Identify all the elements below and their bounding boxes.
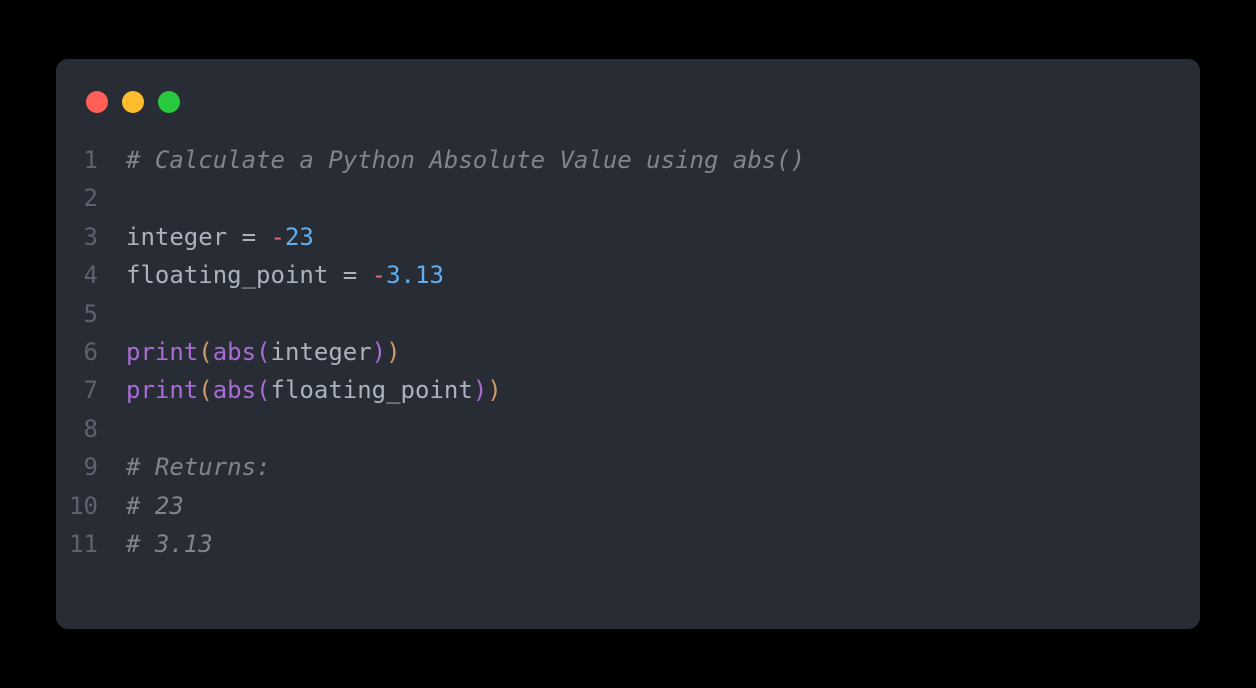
code-line[interactable]: 10# 23 [56,487,1200,525]
code-token: floating_point [126,261,343,289]
code-token: print [126,338,198,366]
code-token: ) [473,376,487,404]
code-token: # Returns: [126,453,271,481]
code-line[interactable]: 3integer = -23 [56,218,1200,256]
code-line[interactable]: 4floating_point = -3.13 [56,256,1200,294]
maximize-icon[interactable] [158,91,180,113]
line-number: 4 [56,256,126,294]
code-token: = [242,223,256,251]
code-token: ( [256,338,270,366]
line-number: 3 [56,218,126,256]
line-content[interactable] [126,410,140,448]
code-token: = [343,261,357,289]
line-content[interactable]: # 3.13 [126,525,213,563]
code-token: abs [213,376,256,404]
code-token: 3.13 [386,261,444,289]
minimize-icon[interactable] [122,91,144,113]
line-number: 10 [56,487,126,525]
line-number: 5 [56,295,126,333]
code-area[interactable]: 1# Calculate a Python Absolute Value usi… [56,141,1200,563]
line-content[interactable]: integer = -23 [126,218,314,256]
code-token: ) [372,338,386,366]
code-token: # Calculate a Python Absolute Value usin… [126,146,805,174]
code-token: ) [487,376,501,404]
line-number: 2 [56,179,126,217]
line-content[interactable]: # Returns: [126,448,271,486]
line-number: 8 [56,410,126,448]
line-content[interactable]: floating_point = -3.13 [126,256,444,294]
code-token [357,261,371,289]
line-content[interactable] [126,179,140,217]
code-line[interactable]: 5 [56,295,1200,333]
code-token: ( [256,376,270,404]
close-icon[interactable] [86,91,108,113]
line-content[interactable]: # Calculate a Python Absolute Value usin… [126,141,805,179]
window-controls [56,83,1200,141]
line-number: 11 [56,525,126,563]
code-token: 23 [285,223,314,251]
line-number: 9 [56,448,126,486]
code-line[interactable]: 2 [56,179,1200,217]
code-token: integer [126,223,242,251]
code-token: - [372,261,386,289]
line-content[interactable]: # 23 [126,487,184,525]
line-number: 1 [56,141,126,179]
line-content[interactable] [126,295,140,333]
code-line[interactable]: 6print(abs(integer)) [56,333,1200,371]
code-token: floating_point [271,376,473,404]
code-token: ) [386,338,400,366]
line-content[interactable]: print(abs(integer)) [126,333,401,371]
code-editor-window: 1# Calculate a Python Absolute Value usi… [56,59,1200,629]
line-number: 7 [56,371,126,409]
code-line[interactable]: 9# Returns: [56,448,1200,486]
line-number: 6 [56,333,126,371]
code-token: ( [198,376,212,404]
code-token: # 3.13 [126,530,213,558]
code-token: # 23 [126,492,184,520]
code-token: print [126,376,198,404]
code-token: - [271,223,285,251]
code-token: ( [198,338,212,366]
code-token: integer [271,338,372,366]
code-token [256,223,270,251]
line-content[interactable]: print(abs(floating_point)) [126,371,502,409]
code-line[interactable]: 11# 3.13 [56,525,1200,563]
code-line[interactable]: 1# Calculate a Python Absolute Value usi… [56,141,1200,179]
code-line[interactable]: 8 [56,410,1200,448]
code-line[interactable]: 7print(abs(floating_point)) [56,371,1200,409]
code-token: abs [213,338,256,366]
